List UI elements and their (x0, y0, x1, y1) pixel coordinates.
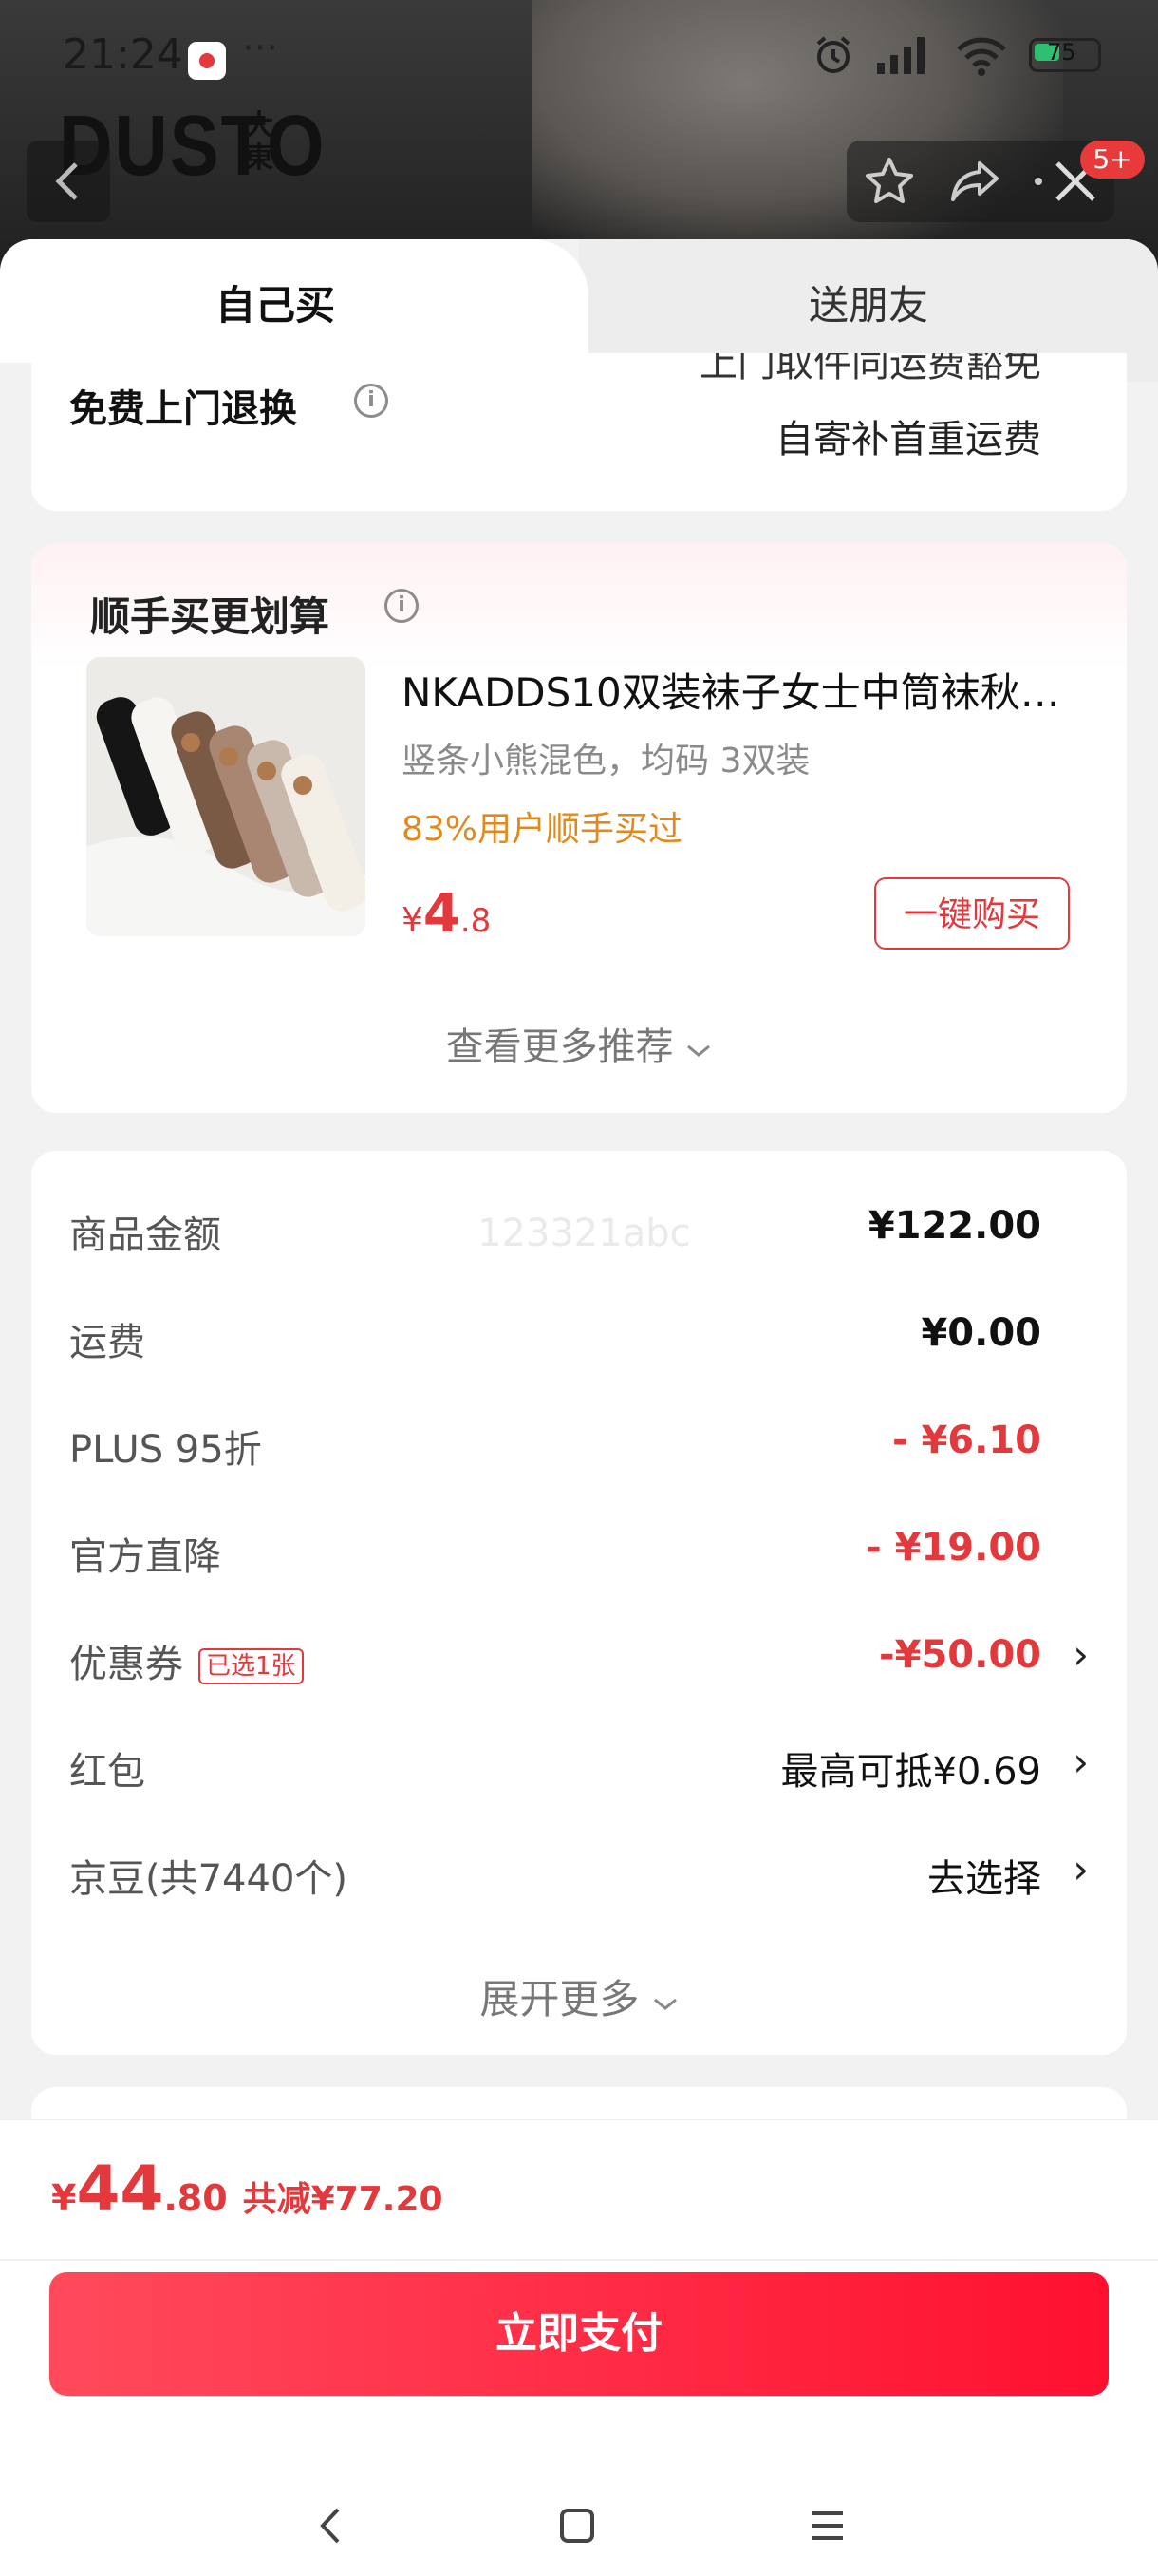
return-service-desc-top: 上门取件同运费豁免 (700, 353, 1041, 385)
row-label: 官方直降 (69, 1535, 221, 1579)
price-decimal: .8 (459, 902, 492, 940)
chevron-right-icon: › (1073, 1846, 1089, 1892)
row-plus-discount: PLUS 95折 - ¥6.10 (69, 1419, 1089, 1476)
back-button[interactable] (27, 141, 110, 222)
row-label: 商品金额 (69, 1213, 221, 1257)
one-click-buy-button[interactable]: 一键购买 (874, 877, 1070, 950)
coupon-label: 优惠券 (69, 1643, 183, 1686)
row-value: ¥122.00 (868, 1204, 1041, 1248)
pay-now-button[interactable]: 立即支付 (49, 2272, 1109, 2396)
info-icon[interactable]: i (384, 589, 419, 623)
battery-icon: 75 (1029, 38, 1101, 72)
total-price: ¥44.80 共减¥77.20 (51, 2153, 443, 2226)
recommended-product-price: ¥4.8 (402, 883, 491, 945)
recommended-product-name[interactable]: NKADDS10双装袜子女士中筒袜秋冬季 (402, 661, 1085, 719)
more-recommendations-label: 查看更多推荐 (445, 1025, 674, 1069)
expand-more-link[interactable]: 展开更多 (31, 1967, 1127, 2025)
status-time: 21:24 (63, 30, 183, 79)
row-label: 京豆(共7440个) (69, 1857, 348, 1901)
row-label: 运费 (69, 1321, 145, 1364)
alarm-icon (816, 36, 850, 73)
more-notifications-icon: ··· (242, 27, 279, 70)
row-value: 最高可抵¥0.69 (780, 1750, 1041, 1794)
header-actions (847, 141, 1114, 222)
info-icon[interactable]: i (354, 384, 388, 418)
brand-logo-sub: 大東 (245, 109, 273, 175)
recommended-product-spec: 竖条小熊混色，均码 3双装 (402, 742, 811, 780)
bought-together-rate: 83%用户顺手买过 (402, 810, 683, 849)
total-currency: ¥ (51, 2177, 77, 2219)
nav-menu-icon[interactable] (807, 2502, 849, 2549)
price-currency: ¥ (402, 901, 423, 940)
favorite-star-icon[interactable] (862, 154, 917, 209)
row-label: 优惠券 已选1张 (69, 1633, 304, 1688)
chevron-down-icon (653, 1998, 677, 2010)
row-label: 红包 (69, 1750, 145, 1794)
return-service-desc: 自寄补首重运费 (775, 418, 1041, 461)
tab-gift-friend-label: 送朋友 (808, 282, 928, 329)
row-coupon[interactable]: 优惠券 已选1张 -¥50.00 › (69, 1631, 1089, 1690)
chevron-down-icon (687, 1044, 711, 1057)
coupon-selected-badge: 已选1张 (198, 1648, 304, 1684)
row-shipping: 运费 ¥0.00 (69, 1311, 1089, 1368)
divider (0, 2259, 1158, 2261)
chevron-left-icon (55, 162, 78, 200)
share-icon[interactable] (947, 154, 1002, 209)
signal-icon (877, 37, 925, 74)
row-label: PLUS 95折 (69, 1428, 262, 1472)
product-thumbnail[interactable] (86, 657, 365, 936)
recommendation-title: 顺手买更划算 (90, 593, 330, 640)
row-value: - ¥6.10 (891, 1419, 1041, 1462)
nav-home-icon[interactable] (556, 2502, 598, 2549)
row-jd-beans[interactable]: 京豆(共7440个) 去选择 › (69, 1846, 1089, 1905)
notification-badge: 5+ (1080, 141, 1145, 179)
return-service-card: 免费上门退换 i 上门取件同运费豁免 自寄补首重运费 (31, 353, 1127, 511)
system-nav-bar (0, 2481, 1158, 2576)
checkout-bar: ¥44.80 共减¥77.20 立即支付 (0, 2119, 1158, 2576)
price-details-card: 123321abc 商品金额 ¥122.00 运费 ¥0.00 PLUS 95折… (31, 1151, 1127, 2055)
price-integer: 4 (422, 883, 460, 945)
total-integer: 44 (76, 2153, 164, 2226)
row-goods-amount: 商品金额 ¥122.00 (69, 1204, 1089, 1261)
nav-back-icon[interactable] (313, 2502, 347, 2549)
battery-level: 75 (1047, 39, 1076, 66)
total-decimal: .80 (163, 2177, 228, 2219)
tab-buy-self-label: 自己买 (215, 282, 335, 329)
screen-record-icon (188, 42, 226, 80)
row-value: -¥50.00 (879, 1633, 1041, 1677)
row-value: 去选择 (927, 1857, 1041, 1901)
tab-buy-self[interactable]: 自己买 (0, 239, 588, 363)
expand-more-label: 展开更多 (479, 1976, 640, 2022)
return-service-label: 免费上门退换 (69, 387, 297, 431)
socks-image (86, 657, 365, 936)
recommendation-card: 顺手买更划算 i NKADDS10双装袜子女士中筒袜秋冬季 竖条小熊混色，均码 … (31, 543, 1127, 1113)
row-official-discount: 官方直降 - ¥19.00 (69, 1526, 1089, 1583)
row-red-packet[interactable]: 红包 最高可抵¥0.69 › (69, 1739, 1089, 1797)
wifi-icon (957, 37, 1006, 76)
more-recommendations-link[interactable]: 查看更多推荐 (31, 1016, 1127, 1071)
row-value: ¥0.00 (921, 1311, 1041, 1355)
chevron-right-icon: › (1073, 1739, 1089, 1785)
total-saved: 共减¥77.20 (242, 2180, 443, 2219)
row-value: - ¥19.00 (866, 1526, 1041, 1570)
chevron-right-icon: › (1073, 1631, 1089, 1678)
